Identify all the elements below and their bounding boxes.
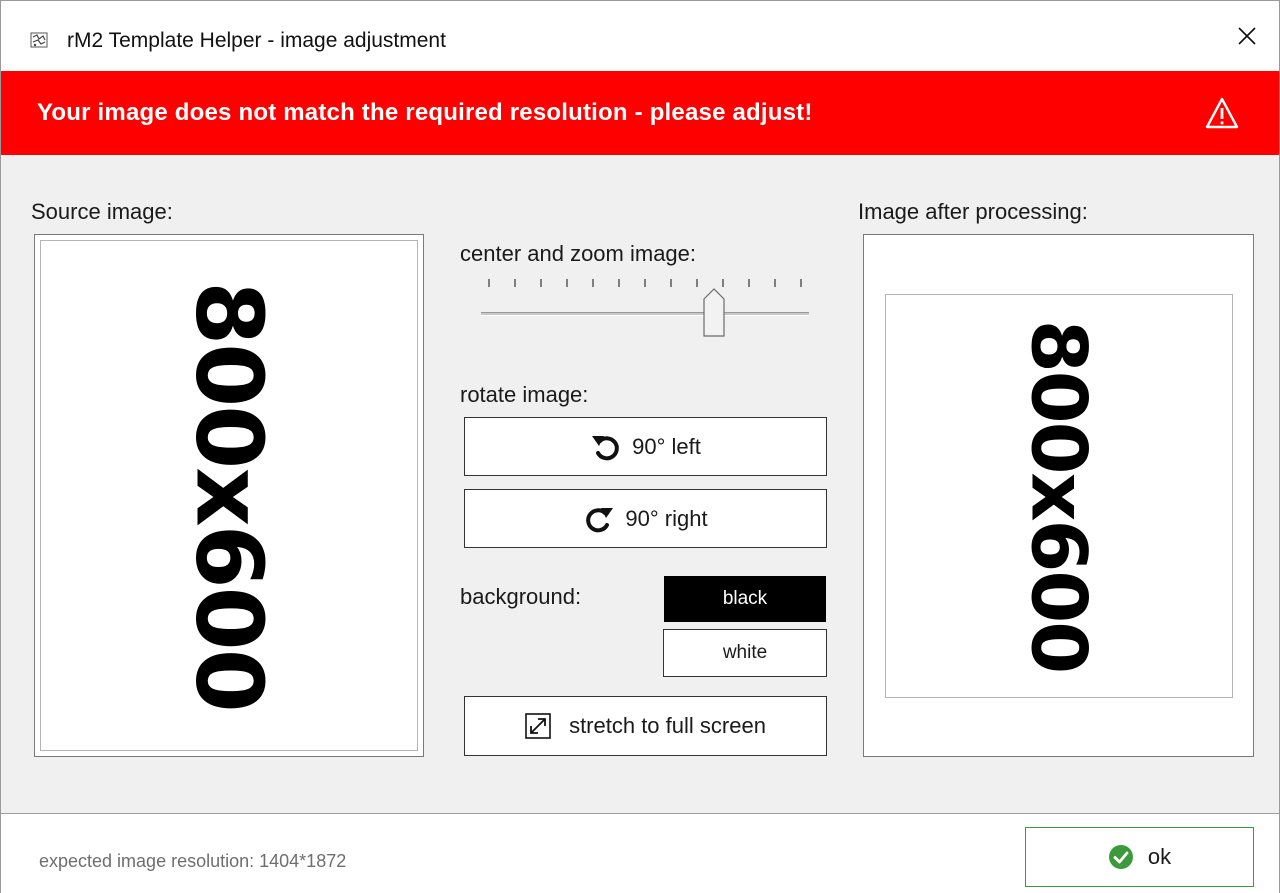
source-image-text: 800x600 [175, 280, 283, 711]
window-title: rM2 Template Helper - image adjustment [67, 29, 446, 52]
stretch-button[interactable]: stretch to full screen [464, 696, 827, 756]
zoom-label: center and zoom image: [460, 241, 697, 266]
stretch-label: stretch to full screen [569, 713, 766, 738]
slider-ticks [488, 279, 802, 287]
background-white-button[interactable]: white [663, 629, 827, 677]
processed-image-label: Image after processing: [858, 199, 1088, 224]
content-area: Source image: 800x600 center and zoom im… [1, 155, 1279, 813]
rotate-left-button[interactable]: 90° left [464, 417, 827, 476]
rotate-left-label: 90° left [632, 433, 701, 459]
background-black-label: black [722, 588, 768, 609]
footer: expected image resolution: 1404*1872 ok [1, 813, 1279, 893]
zoom-slider[interactable] [479, 277, 811, 339]
rotate-left-icon [592, 435, 619, 460]
rotate-label: rotate image: [460, 382, 589, 407]
expand-icon [525, 713, 551, 739]
background-black-button[interactable]: black [664, 576, 826, 622]
rotate-right-button[interactable]: 90° right [464, 489, 827, 548]
warning-message: Your image does not match the required r… [37, 99, 813, 126]
processed-image-preview: 800x600 [863, 234, 1254, 757]
rotate-right-label: 90° right [625, 505, 708, 531]
source-image-label: Source image: [31, 199, 173, 224]
close-button[interactable] [1215, 1, 1279, 71]
source-image-canvas: 800x600 [40, 240, 418, 751]
source-image-preview: 800x600 [34, 234, 424, 757]
checkmark-icon [1108, 845, 1133, 869]
title-bar: rM2 Template Helper - image adjustment [1, 1, 1279, 71]
dialog-window: rM2 Template Helper - image adjustment Y… [0, 0, 1280, 893]
background-white-label: white [722, 642, 768, 663]
close-icon [1238, 27, 1256, 45]
warning-banner: Your image does not match the required r… [1, 71, 1279, 155]
warning-triangle-icon [1205, 97, 1239, 129]
app-icon [30, 32, 48, 48]
slider-track [481, 312, 809, 316]
ok-label: ok [1147, 844, 1172, 869]
slider-thumb[interactable] [703, 287, 725, 337]
processed-image-canvas: 800x600 [885, 294, 1233, 698]
background-label: background: [460, 584, 582, 609]
processed-image-text: 800x600 [1014, 319, 1104, 673]
expected-resolution-text: expected image resolution: 1404*1872 [39, 851, 347, 871]
ok-button[interactable]: ok [1025, 827, 1254, 887]
rotate-right-icon [586, 507, 614, 532]
